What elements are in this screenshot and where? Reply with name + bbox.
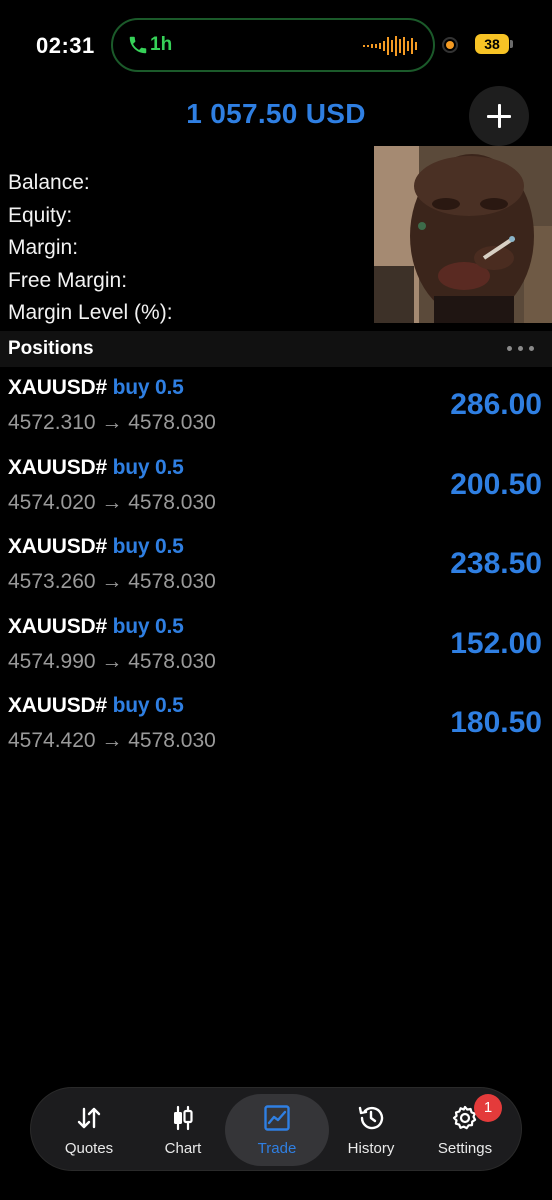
tab-chart-label: Chart bbox=[164, 1140, 202, 1157]
position-prices: 4572.310 → 4578.030 bbox=[8, 411, 216, 434]
position-side: buy 0.5 bbox=[112, 455, 184, 479]
account-summary: Balance: Equity: Margin: Free Margin: Ma… bbox=[8, 168, 173, 331]
free-margin-label: Free Margin: bbox=[8, 268, 128, 292]
phone-icon bbox=[129, 36, 147, 54]
arrows-updown-icon bbox=[77, 1107, 101, 1129]
tab-trade[interactable]: Trade bbox=[225, 1094, 329, 1166]
recording-indicator-icon bbox=[442, 37, 458, 53]
balance-label: Balance: bbox=[8, 171, 90, 194]
tab-chart[interactable]: Chart bbox=[131, 1094, 235, 1166]
call-duration: 1h bbox=[150, 34, 173, 55]
tab-quotes[interactable]: Quotes bbox=[37, 1094, 141, 1166]
tab-trade-label: Trade bbox=[257, 1140, 297, 1157]
position-side: buy 0.5 bbox=[112, 535, 184, 559]
position-symbol: XAUUSD# bbox=[8, 455, 107, 479]
position-profit: 238.50 bbox=[450, 547, 542, 581]
settings-notification-badge: 1 bbox=[474, 1094, 502, 1122]
position-symbol: XAUUSD# bbox=[8, 614, 107, 638]
position-row[interactable]: XAUUSD# buy 0.5 4574.990 → 4578.030 152.… bbox=[0, 607, 552, 687]
position-symbol: XAUUSD# bbox=[8, 376, 107, 399]
position-side: buy 0.5 bbox=[112, 694, 184, 718]
position-row[interactable]: XAUUSD# buy 0.5 4572.310 → 4578.030 286.… bbox=[0, 368, 552, 448]
position-profit: 200.50 bbox=[450, 467, 542, 501]
position-profit: 152.00 bbox=[450, 626, 542, 660]
candlestick-icon bbox=[174, 1105, 193, 1131]
call-indicator[interactable]: 1h bbox=[111, 18, 435, 72]
new-order-button[interactable] bbox=[469, 86, 529, 146]
equity-label: Equity: bbox=[8, 203, 73, 227]
positions-list: XAUUSD# buy 0.5 4572.310 → 4578.030 286.… bbox=[0, 368, 552, 766]
history-icon bbox=[358, 1106, 384, 1130]
position-symbol: XAUUSD# bbox=[8, 535, 107, 559]
margin-label: Margin: bbox=[8, 236, 79, 259]
tab-history[interactable]: History bbox=[319, 1094, 423, 1166]
position-row[interactable]: XAUUSD# buy 0.5 4574.420 → 4578.030 180.… bbox=[0, 686, 552, 766]
status-time: 02:31 bbox=[36, 33, 95, 58]
camera-photo bbox=[374, 146, 552, 323]
position-prices: 4574.420 → 4578.030 bbox=[8, 729, 216, 753]
tab-quotes-label: Quotes bbox=[64, 1140, 114, 1157]
audio-wave-icon bbox=[363, 36, 417, 56]
position-side: buy 0.5 bbox=[112, 376, 184, 399]
positions-title: Positions bbox=[8, 338, 94, 359]
ellipsis-icon[interactable] bbox=[507, 346, 535, 352]
camera-overlay bbox=[374, 146, 552, 323]
tab-settings-label: Settings bbox=[437, 1140, 493, 1157]
position-side: buy 0.5 bbox=[112, 614, 184, 638]
position-prices: 4574.020 → 4578.030 bbox=[8, 490, 216, 514]
margin-level-label: Margin Level (%): bbox=[8, 301, 173, 324]
position-profit: 286.00 bbox=[450, 388, 542, 421]
positions-header: Positions bbox=[0, 331, 552, 367]
trade-chart-icon bbox=[264, 1105, 290, 1131]
trade-screen: 02:31 1h 38 1 057.50 USD Balance: Equity… bbox=[0, 0, 552, 1200]
battery-indicator: 38 bbox=[475, 34, 513, 54]
position-prices: 4574.990 → 4578.030 bbox=[8, 649, 216, 673]
position-row[interactable]: XAUUSD# buy 0.5 4574.020 → 4578.030 200.… bbox=[0, 448, 552, 528]
tab-history-label: History bbox=[347, 1140, 395, 1157]
position-symbol: XAUUSD# bbox=[8, 694, 107, 718]
bottom-tab-bar: Quotes Chart Trade History Settings bbox=[30, 1087, 522, 1171]
position-profit: 180.50 bbox=[450, 706, 542, 740]
position-row[interactable]: XAUUSD# buy 0.5 4573.260 → 4578.030 238.… bbox=[0, 527, 552, 607]
position-prices: 4573.260 → 4578.030 bbox=[8, 570, 216, 594]
